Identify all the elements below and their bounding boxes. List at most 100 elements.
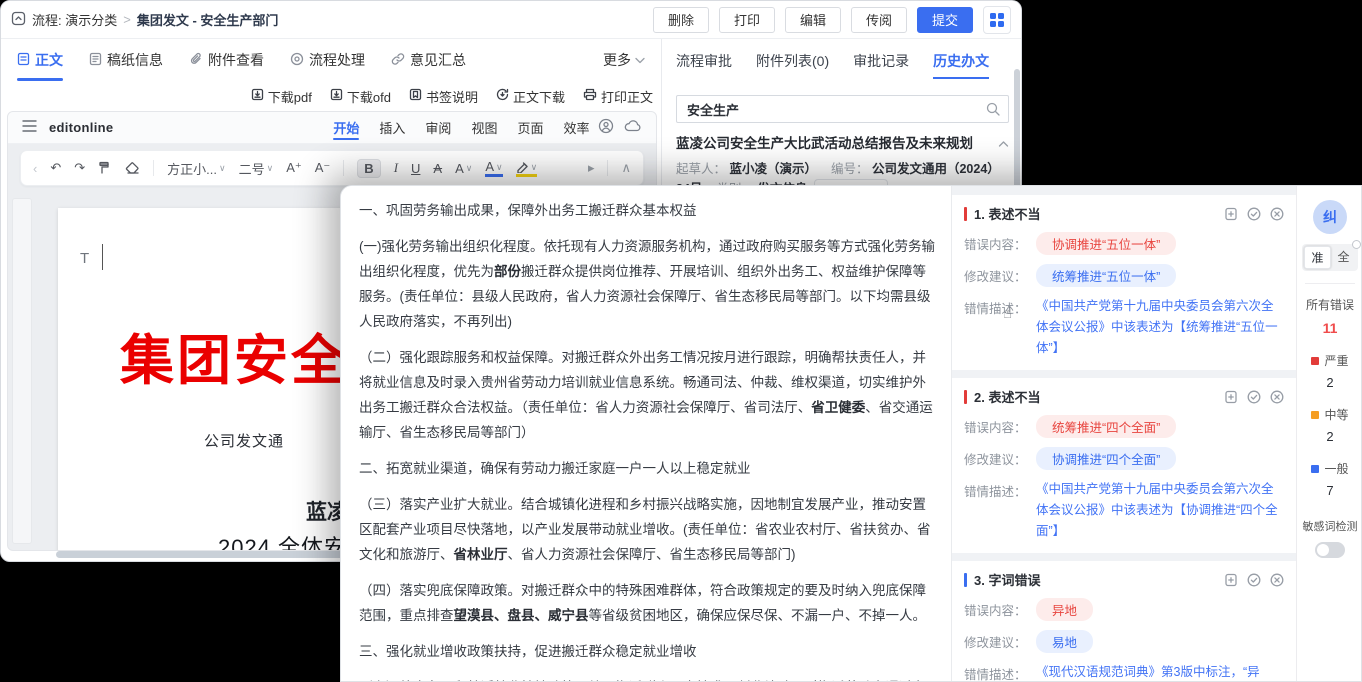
undo-icon[interactable]: ↶ (50, 160, 61, 176)
document-paragraph: （二）强化跟踪服务和权益保障。对搬迁群众外出务工情况按月进行跟踪，明确帮扶责任人… (359, 345, 937, 445)
tab-审批记录[interactable]: 审批记录 (853, 51, 909, 79)
back-arrow-icon[interactable]: ‹ (33, 161, 37, 176)
tab-label: 正文 (35, 50, 63, 70)
error-content-pill[interactable]: 统筹推进“四个全面” (1036, 415, 1176, 438)
toolbar-label: 正文下载 (513, 87, 565, 106)
collapse-toolbar-icon[interactable]: ∧ (621, 160, 631, 176)
error-card-title: 1. 表述不当 (974, 204, 1224, 223)
tab-label: 意见汇总 (410, 50, 466, 70)
italic-button[interactable]: I (394, 160, 398, 176)
vertical-ruler (12, 198, 32, 544)
tab-附件查看[interactable]: 附件查看 (189, 39, 264, 81)
tab-稿纸信息[interactable]: 稿纸信息 (89, 39, 163, 81)
proofread-document-text[interactable]: 一、巩固劳务输出成果，保障外出务工搬迁群众基本权益(一)强化劳务输出组织化程度。… (341, 186, 951, 681)
text-case-button[interactable]: A∨ (455, 161, 472, 176)
font-size-select[interactable]: 二号 ∨ (239, 159, 274, 178)
fix-button[interactable]: 纠 (1313, 200, 1347, 234)
error-card[interactable]: 2. 表述不当错误内容：统筹推进“四个全面”修改建议：协调推进“四个全面”错情描… (952, 378, 1296, 553)
editor-menu-插入[interactable]: 插入 (379, 111, 405, 144)
font-family-select[interactable]: 方正小... ∨ (167, 159, 225, 178)
description-label: 错情描述： (964, 479, 1036, 500)
description-text: 《现代汉语规范词典》第3版中标注，“异地”指外地外乡；“易地”指换个地方。 (1036, 662, 1284, 681)
font-color-button[interactable]: A∨ (485, 160, 502, 177)
decrease-font-button[interactable]: A⁻ (315, 160, 331, 176)
tab-正文[interactable]: 正文 (17, 39, 63, 81)
suggestion-pill[interactable]: 协调推进“四个全面” (1036, 447, 1176, 470)
scope-option-准[interactable]: 准 (1304, 246, 1331, 269)
check-circle-icon[interactable] (1247, 573, 1261, 587)
error-content-pill[interactable]: 协调推进“五位一体” (1036, 232, 1176, 255)
highlight-button[interactable]: ∨ (516, 160, 538, 177)
check-circle-icon[interactable] (1247, 390, 1261, 404)
document-paragraph: （六）外出务工和就近就业扶持政策。给予搬迁群众一次性求职创业补贴。对搬迁劳动力通… (359, 675, 937, 681)
header-button-打印[interactable]: 打印 (719, 7, 775, 33)
toolbar-下载ofd[interactable]: 下载ofd (330, 87, 391, 106)
flow-icon (11, 11, 26, 29)
document-tabs: 正文 稿纸信息 附件查看 流程处理 意见汇总 更多 (1, 39, 661, 81)
error-card-header: 2. 表述不当 (964, 387, 1284, 406)
header-button-编辑[interactable]: 编辑 (785, 7, 841, 33)
chevron-up-icon[interactable] (998, 140, 1009, 148)
download-icon (251, 88, 264, 104)
eraser-icon[interactable] (125, 162, 140, 175)
suggestion-pill[interactable]: 统筹推进“五位一体” (1036, 264, 1176, 287)
description-row: 错情描述：《中国共产党第十九届中央委员会第六次全体会议公报》中该表述为【协调推进… (964, 479, 1284, 542)
more-menu[interactable]: 更多 (603, 50, 645, 70)
process-icon (290, 52, 304, 69)
sensitive-words-toggle[interactable] (1315, 542, 1345, 558)
tab-label: 稿纸信息 (107, 50, 163, 70)
error-card[interactable]: 1. 表述不当错误内容：协调推进“五位一体”修改建议：统筹推进“五位一体”错情描… (952, 195, 1296, 370)
format-painter-icon[interactable] (98, 161, 112, 175)
check-circle-icon[interactable] (1247, 207, 1261, 221)
document-paragraph: (一)强化劳务输出组织化程度。依托现有人力资源服务机构，通过政府购买服务等方式强… (359, 234, 937, 334)
underline-button[interactable]: U (411, 161, 420, 176)
expand-more-icon[interactable]: ▸ (588, 160, 595, 176)
close-circle-icon[interactable] (1270, 573, 1284, 587)
cloud-icon[interactable] (624, 119, 642, 136)
suggestion-pill[interactable]: 易地 (1036, 630, 1093, 653)
file-plus-icon[interactable] (1224, 207, 1238, 221)
toolbar-书签说明[interactable]: 书签说明 (409, 87, 478, 106)
toolbar-正文下载[interactable]: 正文下载 (496, 87, 565, 106)
error-card[interactable]: 3. 字词错误错误内容：异地修改建议：易地错情描述：《现代汉语规范词典》第3版中… (952, 561, 1296, 681)
tab-label: 流程处理 (309, 50, 365, 70)
tab-意见汇总[interactable]: 意见汇总 (391, 39, 466, 81)
apps-grid-button[interactable] (983, 6, 1011, 34)
tab-流程处理[interactable]: 流程处理 (290, 39, 365, 81)
close-circle-icon[interactable] (1270, 390, 1284, 404)
toolbar-label: 书签说明 (426, 87, 478, 106)
header-button-传阅[interactable]: 传阅 (851, 7, 907, 33)
tab-历史办文[interactable]: 历史办文 (933, 51, 989, 79)
breadcrumb-document[interactable]: 集团发文 - 安全生产部门 (137, 10, 279, 29)
document-toolbar: 下载pdf 下载ofd 书签说明 正文下载打印正文 (251, 83, 653, 109)
redo-icon[interactable]: ↷ (74, 160, 85, 176)
close-circle-icon[interactable] (1270, 207, 1284, 221)
bookmark-icon (409, 88, 422, 104)
increase-font-button[interactable]: A⁺ (286, 160, 302, 176)
header-button-删除[interactable]: 删除 (653, 7, 709, 33)
file-plus-icon[interactable] (1224, 390, 1238, 404)
toolbar-下载pdf[interactable]: 下载pdf (251, 87, 312, 106)
search-input[interactable] (685, 101, 986, 118)
editor-menu-效率[interactable]: 效率 (563, 111, 589, 144)
editor-menu-页面[interactable]: 页面 (517, 111, 543, 144)
editor-menu-视图[interactable]: 视图 (471, 111, 497, 144)
scope-option-全[interactable]: 全 (1331, 246, 1356, 269)
description-label: 错情描述： (964, 662, 1036, 681)
hamburger-icon[interactable] (22, 120, 37, 135)
suggestion-label: 修改建议： (964, 264, 1036, 285)
submit-button[interactable]: 提交 (917, 7, 973, 33)
editor-menu-审阅[interactable]: 审阅 (425, 111, 451, 144)
tab-流程审批[interactable]: 流程审批 (676, 51, 732, 79)
user-icon[interactable] (598, 118, 614, 137)
toolbar-打印正文[interactable]: 打印正文 (583, 87, 653, 106)
tab-附件列表(0)[interactable]: 附件列表(0) (756, 51, 829, 79)
file-plus-icon[interactable] (1224, 573, 1238, 587)
format-toolbar: ‹ ↶ ↷ 方正小... ∨ 二号 ∨ A⁺ A⁻ B I U A A∨ (20, 150, 644, 186)
bold-button[interactable]: B (357, 159, 380, 178)
strikethrough-button[interactable]: A (433, 161, 442, 176)
scope-segmented-control: 准全 (1302, 244, 1358, 271)
editor-menu-开始[interactable]: 开始 (333, 111, 359, 144)
all-errors-count: 11 (1297, 320, 1362, 336)
error-content-pill[interactable]: 异地 (1036, 598, 1093, 621)
